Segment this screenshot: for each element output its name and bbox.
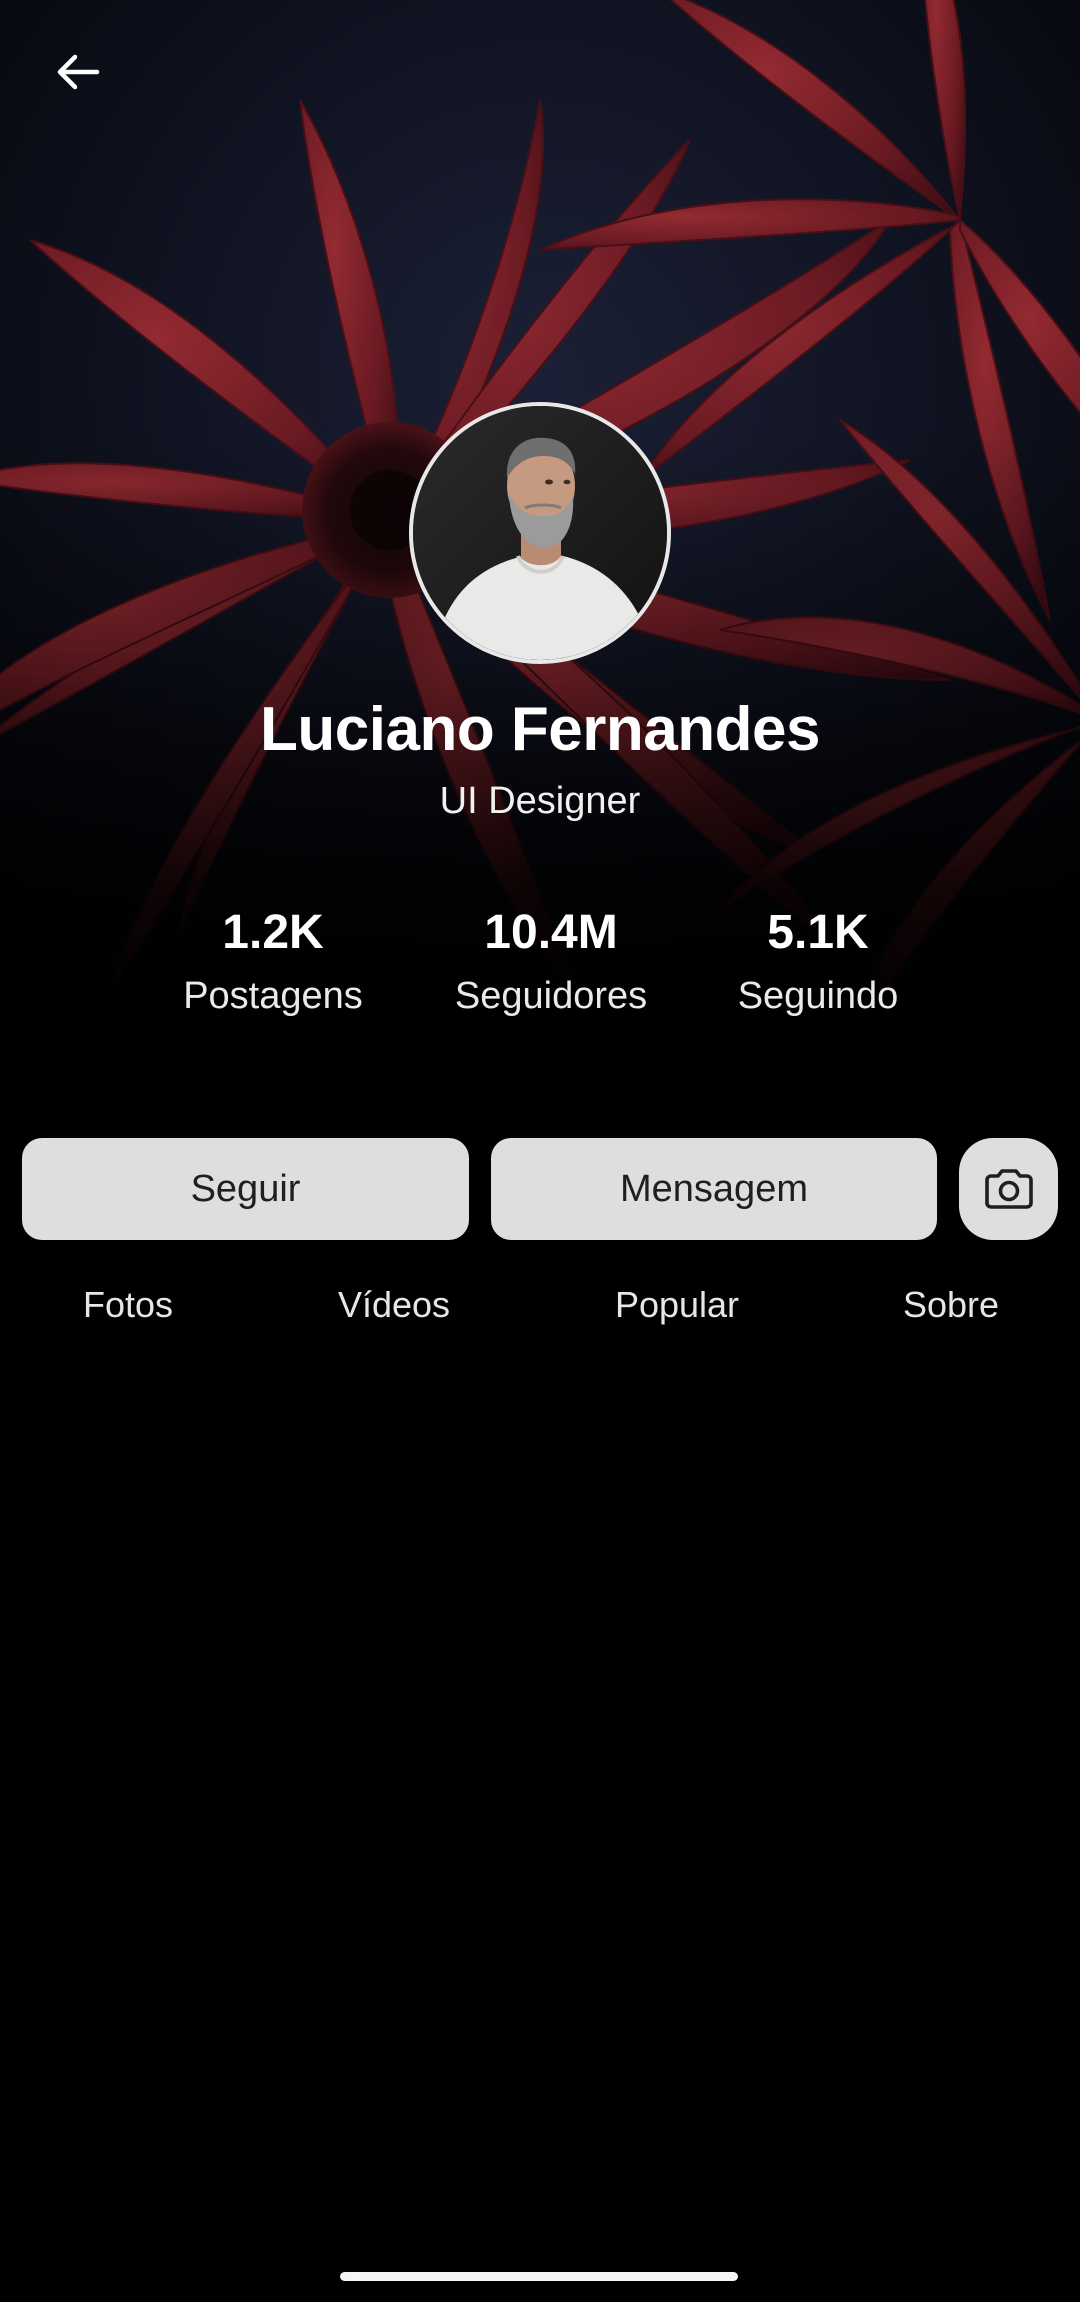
camera-icon	[984, 1169, 1033, 1209]
tab-videos[interactable]: Vídeos	[322, 1280, 466, 1330]
tab-sobre[interactable]: Sobre	[890, 1280, 1012, 1330]
arrow-left-icon	[57, 54, 100, 90]
profile-tabs: Fotos Vídeos Popular Sobre	[0, 1280, 1080, 1350]
stat-posts[interactable]: 1.2K Postagens	[143, 904, 403, 1020]
tab-popular[interactable]: Popular	[600, 1280, 754, 1330]
stat-following-value: 5.1K	[767, 906, 869, 959]
follow-button[interactable]: Seguir	[22, 1138, 469, 1240]
stat-followers-value: 10.4M	[484, 906, 618, 959]
tab-fotos[interactable]: Fotos	[66, 1280, 190, 1330]
stat-posts-value: 1.2K	[222, 906, 324, 959]
stat-followers-label: Seguidores	[454, 975, 648, 1017]
profile-photo	[413, 406, 667, 660]
profile-stats: 1.2K Postagens 10.4M Seguidores 5.1K Seg…	[0, 904, 1080, 1034]
stat-following-label: Seguindo	[737, 975, 899, 1017]
profile-role: UI Designer	[439, 780, 641, 822]
profile-screen: Luciano Fernandes UI Designer 1.2K Posta…	[0, 0, 1080, 2302]
camera-button[interactable]	[959, 1138, 1058, 1240]
profile-name: Luciano Fernandes	[260, 695, 820, 764]
home-indicator[interactable]	[340, 2272, 738, 2281]
stat-posts-label: Postagens	[183, 975, 363, 1017]
message-button[interactable]: Mensagem	[491, 1138, 937, 1240]
back-button[interactable]	[42, 36, 114, 108]
avatar[interactable]	[409, 402, 671, 664]
stat-followers[interactable]: 10.4M Seguidores	[421, 904, 681, 1020]
stat-following[interactable]: 5.1K Seguindo	[688, 904, 948, 1020]
